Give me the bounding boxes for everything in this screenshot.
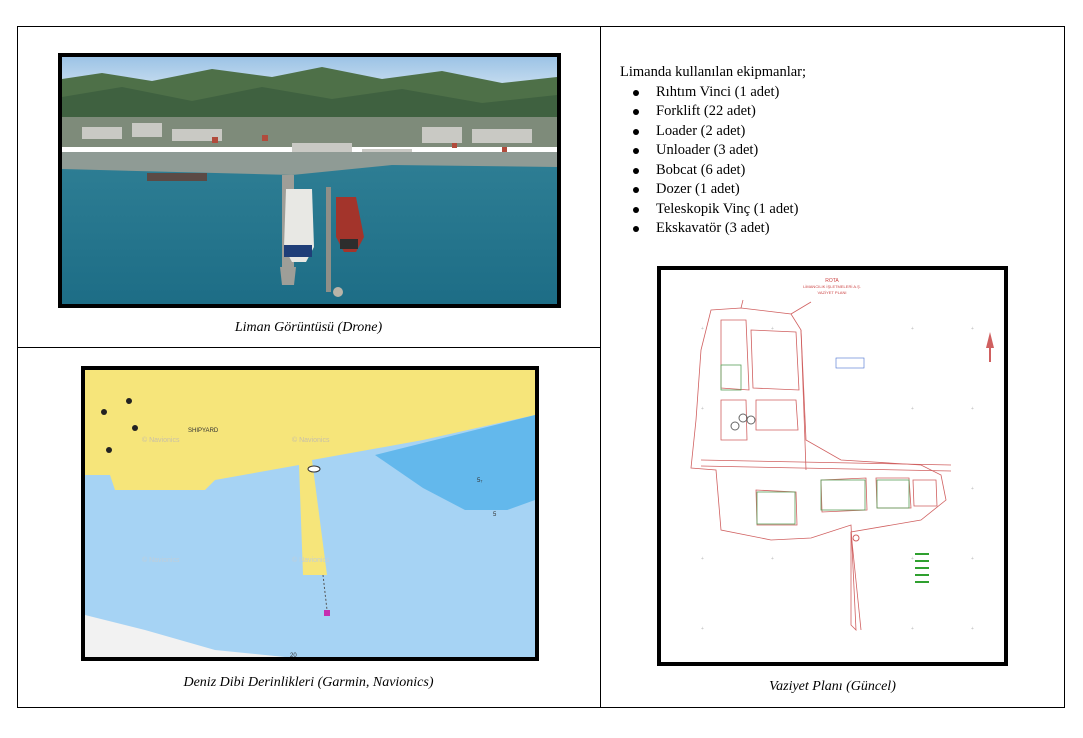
list-item: Forklift (22 adet)	[620, 102, 806, 122]
list-item: Rıhtım Vinci (1 adet)	[620, 83, 806, 103]
watermark-4: © Navionics	[292, 556, 330, 564]
bullet-icon	[633, 89, 639, 96]
bulk-carrier-1	[284, 189, 314, 262]
svg-text:+: +	[701, 556, 704, 562]
bullet-icon	[633, 187, 639, 193]
list-item: Teleskopik Vinç (1 adet)	[620, 200, 806, 220]
svg-text:+: +	[971, 486, 974, 492]
equipment-intro: Limanda kullanılan ekipmanlar;	[620, 64, 807, 80]
depth-chart-map: SHIPYARD © Navionics © Navionics © Navio…	[85, 370, 535, 657]
bullet-icon	[633, 148, 639, 154]
svg-text:+: +	[701, 326, 704, 332]
row-divider	[17, 347, 600, 348]
watermark-3: © Navionics	[142, 556, 180, 564]
svg-text:+: +	[911, 406, 914, 412]
bullet-icon	[633, 167, 639, 174]
drone-port-photo	[58, 53, 561, 308]
list-item: Ekskavatör (3 adet)	[620, 219, 806, 239]
bullet-icon	[633, 206, 639, 213]
site-plan-drawing: ROTA LİMANCILIK İŞLETMELERİ A.Ş. VAZİYET…	[657, 266, 1008, 666]
watermark-2: © Navionics	[292, 436, 330, 444]
svg-text:+: +	[911, 626, 914, 632]
list-item: Dozer (1 adet)	[620, 180, 806, 200]
bullet-icon	[633, 128, 639, 135]
svg-text:+: +	[911, 326, 914, 332]
watermark-1: © Navionics	[142, 436, 180, 444]
plan-subtitle-2: VAZİYET PLANI	[818, 290, 847, 295]
drone-photo-caption: Liman Görüntüsü (Drone)	[234, 320, 383, 335]
drone-photo-illustration	[62, 57, 557, 304]
plan-subtitle-1: LİMANCILIK İŞLETMELERİ A.Ş.	[803, 284, 861, 289]
list-item: Loader (2 adet)	[620, 122, 806, 142]
shipyard-label: SHIPYARD	[188, 428, 219, 434]
bullet-icon	[633, 109, 639, 115]
svg-text:+: +	[701, 626, 704, 632]
equipment-list: Rıhtım Vinci (1 adet) Forklift (22 adet)…	[620, 83, 806, 239]
site-plan-caption: Vaziyet Planı (Güncel)	[769, 679, 896, 694]
svg-text:+: +	[771, 556, 774, 562]
depth-chart-caption: Deniz Dibi Derinlikleri (Garmin, Navioni…	[183, 675, 434, 690]
svg-text:+: +	[911, 556, 914, 562]
svg-text:+: +	[971, 626, 974, 632]
depth-label-c: 20	[290, 653, 297, 657]
svg-text:+: +	[971, 406, 974, 412]
equipment-section: Limanda kullanılan ekipmanlar; Rıhtım Vi…	[620, 63, 806, 239]
list-item: Bobcat (6 adet)	[620, 161, 806, 181]
list-item: Unloader (3 adet)	[620, 141, 806, 161]
svg-text:+: +	[701, 406, 704, 412]
column-divider	[600, 26, 601, 708]
svg-text:+: +	[971, 326, 974, 332]
bullet-icon	[633, 226, 639, 232]
depth-label-a: 5₇	[477, 478, 482, 484]
svg-text:+: +	[971, 556, 974, 562]
depth-chart: SHIPYARD © Navionics © Navionics © Navio…	[81, 366, 539, 661]
site-plan-illustration: ROTA LİMANCILIK İŞLETMELERİ A.Ş. VAZİYET…	[661, 270, 1004, 662]
